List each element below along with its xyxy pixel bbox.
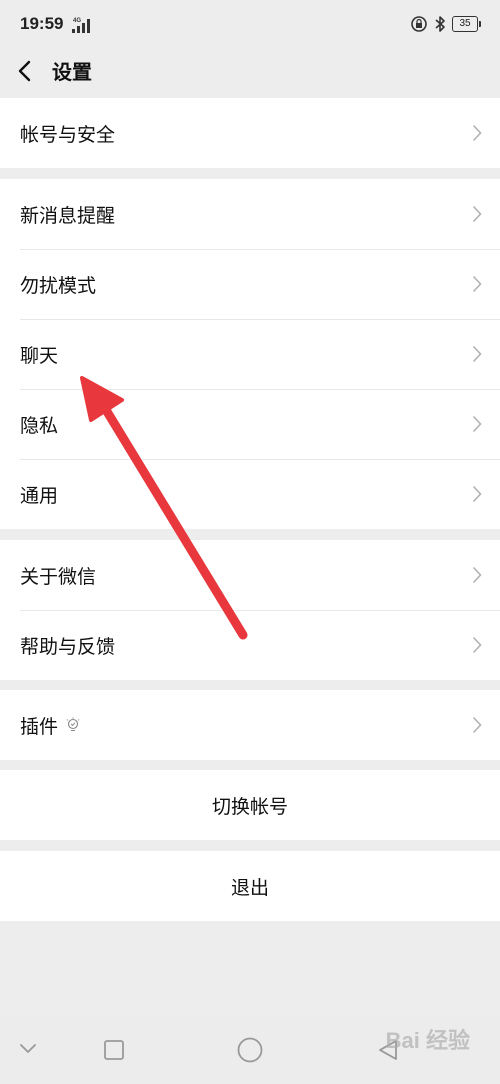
settings-item-plugins[interactable]: 插件 [0, 690, 500, 760]
chevron-right-icon [472, 415, 482, 433]
battery-level: 35 [459, 18, 471, 29]
settings-item-label: 通用 [20, 484, 59, 507]
chevron-right-icon [472, 485, 482, 503]
signal-icon: 4G [72, 18, 90, 33]
settings-item-help-feedback[interactable]: 帮助与反馈 [0, 610, 500, 680]
settings-item-label: 聊天 [20, 344, 59, 367]
chevron-right-icon [472, 345, 482, 363]
chevron-right-icon [472, 205, 482, 223]
chevron-right-icon [472, 636, 482, 654]
settings-item-label: 帐号与安全 [20, 123, 116, 146]
chevron-right-icon [472, 566, 482, 584]
logout-section: 退出 [0, 851, 500, 921]
nav-recent-icon[interactable] [103, 1039, 125, 1061]
settings-item-do-not-disturb[interactable]: 勿扰模式 [0, 249, 500, 319]
settings-item-label: 隐私 [20, 414, 59, 437]
alarm-lock-icon [411, 16, 427, 32]
settings-group-about: 关于微信 帮助与反馈 [0, 540, 500, 680]
settings-item-privacy[interactable]: 隐私 [0, 389, 500, 459]
status-time: 19:59 [20, 14, 64, 33]
settings-group-plugins: 插件 [0, 690, 500, 760]
status-icons: 35 [410, 14, 481, 34]
network-label: 4G [73, 18, 81, 24]
watermark-logo: Bai 经验 [385, 1028, 470, 1053]
nav-home-icon[interactable] [236, 1036, 264, 1064]
settings-group-main: 新消息提醒 勿扰模式 聊天 隐私 通用 [0, 179, 500, 529]
page-title: 设置 [52, 60, 92, 84]
settings-item-account-security[interactable]: 帐号与安全 [0, 98, 500, 168]
settings-item-general[interactable]: 通用 [0, 459, 500, 529]
switch-account-section: 切换帐号 [0, 770, 500, 840]
bluetooth-icon [435, 16, 445, 32]
settings-item-chat[interactable]: 聊天 [0, 319, 500, 389]
settings-item-label: 关于微信 [20, 565, 97, 588]
settings-item-label: 插件 [20, 715, 59, 738]
settings-item-label: 新消息提醒 [20, 204, 116, 227]
settings-item-about-wechat[interactable]: 关于微信 [0, 540, 500, 610]
switch-account-label: 切换帐号 [211, 795, 288, 818]
settings-item-label: 勿扰模式 [20, 274, 97, 297]
settings-group-account: 帐号与安全 [0, 98, 500, 168]
logout-button[interactable]: 退出 [0, 851, 500, 921]
chevron-right-icon [472, 124, 482, 142]
back-chevron-icon[interactable] [10, 54, 42, 88]
header-bar: 设置 [0, 48, 500, 98]
chevron-right-icon [472, 275, 482, 293]
settings-item-label: 帮助与反馈 [20, 635, 116, 658]
switch-account-button[interactable]: 切换帐号 [0, 770, 500, 840]
status-bar: 19:59 4G 35 [0, 0, 500, 48]
battery-icon: 35 [452, 16, 481, 32]
plugin-bulb-icon [66, 717, 80, 731]
nav-down-icon[interactable] [18, 1042, 38, 1056]
settings-item-notifications[interactable]: 新消息提醒 [0, 179, 500, 249]
logout-label: 退出 [230, 876, 269, 899]
chevron-right-icon [472, 716, 482, 734]
